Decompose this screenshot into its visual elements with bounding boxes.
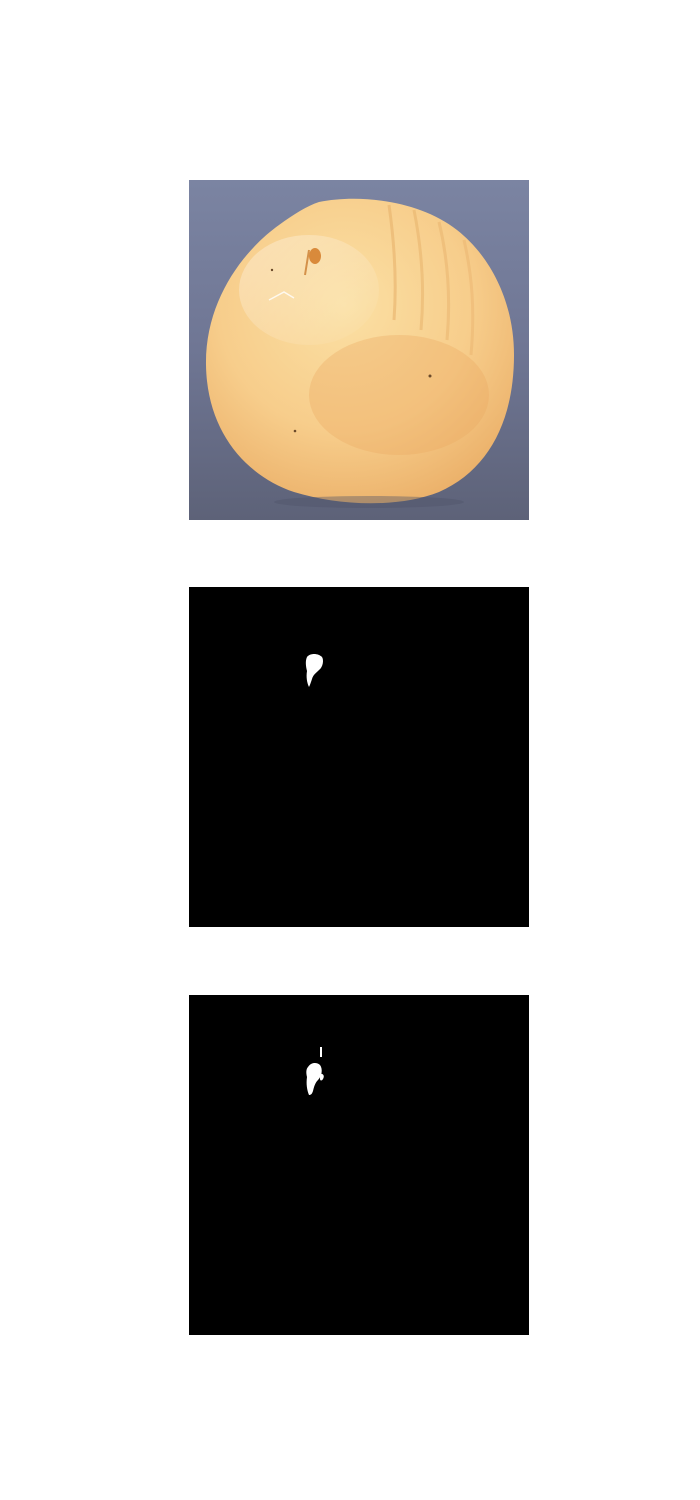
- seed-shading: [309, 335, 489, 455]
- seed-speck: [428, 374, 432, 378]
- seed-speck: [270, 268, 274, 272]
- seed-defect-spot: [309, 248, 321, 264]
- seed-photo-panel: [189, 180, 529, 520]
- mask-mark: [320, 1047, 322, 1057]
- mask-image-1: [189, 587, 529, 927]
- mask-background: [189, 995, 529, 1335]
- mask-panel-2: [189, 995, 529, 1335]
- mask-panel-1: [189, 587, 529, 927]
- seed-shadow: [274, 496, 464, 508]
- mask-background: [189, 587, 529, 927]
- seed-photo: [189, 180, 529, 520]
- mask-image-2: [189, 995, 529, 1335]
- seed-speck: [293, 429, 297, 433]
